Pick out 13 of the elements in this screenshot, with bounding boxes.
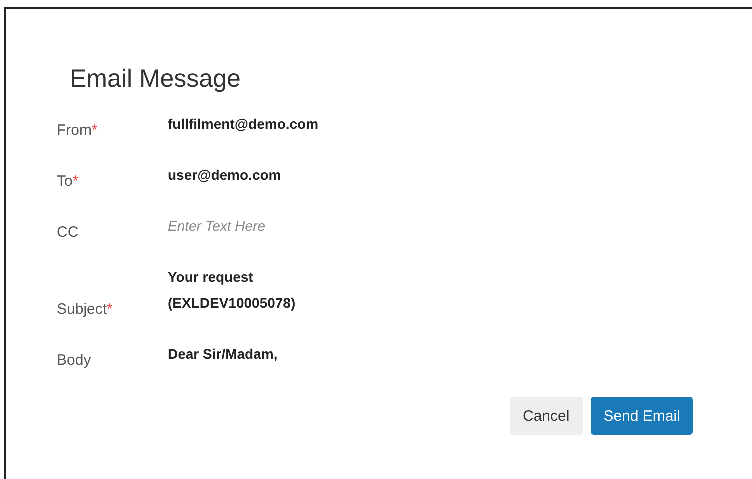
send-button[interactable]: Send Email [590,397,694,435]
input-field[interactable]: Enter Text Here [168,213,368,243]
field-label: CC [57,223,80,243]
field-value[interactable]: fullfilment@demo.com [168,111,318,141]
dialog-title: Email Message [70,64,242,95]
field-label: Body [57,351,92,371]
field-value[interactable]: Dear Sir/Madam, [168,341,318,371]
field-label: Subject* [57,300,114,320]
field-value[interactable]: Your request (EXLDEV10005078) [168,264,318,320]
field-value[interactable]: user@demo.com [168,162,318,192]
field-label: To* [57,172,80,192]
field-label: From* [57,121,99,141]
cancel-button[interactable]: Cancel [510,397,583,435]
